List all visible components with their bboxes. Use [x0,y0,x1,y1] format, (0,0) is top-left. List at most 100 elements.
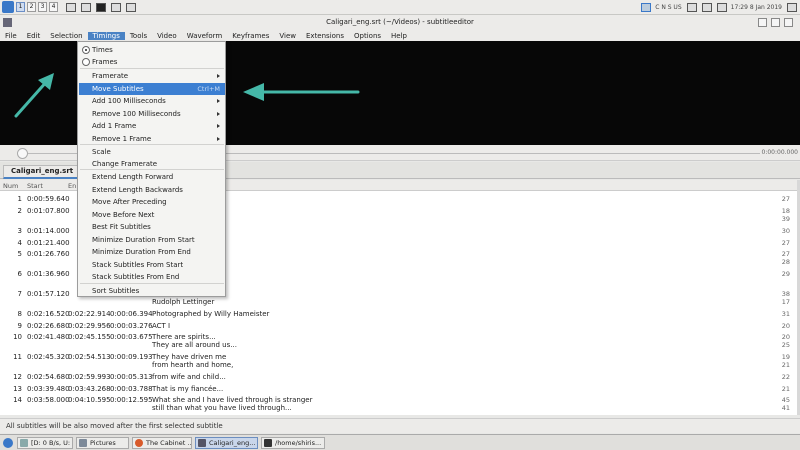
tab-document[interactable]: Caligari_eng.srt [3,165,82,179]
cell-text: That is my fiancée... [152,385,224,393]
system-panel: 1 2 3 4 C N S US 17:29 8 Jan 2019 [0,0,800,15]
seek-slider-handle[interactable] [17,148,28,159]
cell-start: 0:01:21.400 [27,239,70,247]
cell-end: 0:02:22.914 [68,310,111,318]
menu-item-times[interactable]: Times [79,44,225,56]
network-icon[interactable] [641,2,652,12]
cell-num: 9 [17,322,22,330]
cell-num: 14 [13,396,22,404]
status-text: All subtitles will be also moved after t… [6,422,223,430]
cell-cps: 18 [781,207,790,215]
cell-cps: 20 [781,322,790,330]
task-terminal[interactable]: /home/shiris... [261,437,325,449]
workspace-1[interactable]: 1 [16,2,25,12]
menu-item-extend-length-forward[interactable]: Extend Length Forward [79,171,225,183]
screenshot-icon[interactable] [66,2,76,12]
menu-options[interactable]: Options [349,32,386,40]
menu-keyframes[interactable]: Keyframes [227,32,274,40]
menu-item-label: Change Framerate [92,160,158,168]
table-row[interactable]: 14 0:03:58.000 0:04:10.595 0:00:12.595 What … [0,396,798,415]
volume-icon[interactable] [701,2,712,12]
cell-text: from hearth and home, [152,361,234,369]
menu-view[interactable]: View [274,32,301,40]
battery-icon[interactable] [716,2,727,12]
menu-item-label: Times [92,46,113,54]
cell-cps: 39 [781,215,790,223]
cell-cps: 21 [781,361,790,369]
menu-item-remove-1-frame[interactable]: Remove 1 Frame [79,133,225,145]
menu-item-framerate[interactable]: Framerate [79,70,225,82]
display-icon[interactable] [686,2,697,12]
cell-text: What she and I have lived through is str… [152,396,313,404]
editor-icon[interactable] [81,2,91,12]
cell-duration: 0:00:06.394 [110,310,153,318]
menu-item-move-subtitles[interactable]: Move Subtitles Ctrl+M [79,83,225,95]
minimize-button[interactable] [758,18,767,27]
terminal-icon[interactable] [96,2,106,12]
menu-item-change-framerate[interactable]: Change Framerate [79,158,225,170]
cell-duration: 0:00:03.675 [110,333,153,341]
workspace-2[interactable]: 2 [27,2,36,12]
workspace-4[interactable]: 4 [49,2,58,12]
radio-icon[interactable] [82,58,90,66]
menu-item-stack-subtitles-from-end[interactable]: Stack Subtitles From End [79,271,225,283]
cell-num: 13 [13,385,22,393]
maximize-button[interactable] [771,18,780,27]
menu-item-label: Minimize Duration From Start [92,236,195,244]
table-row[interactable]: 12 0:02:54.680 0:02:59.993 0:00:05.313 from … [0,373,798,385]
notes-icon[interactable] [787,2,797,12]
menu-timings[interactable]: Timings [87,31,125,40]
menubar: File Edit Selection Timings Tools Video … [0,30,800,41]
menu-item-move-after-preceding[interactable]: Move After Preceding [79,196,225,208]
column-num[interactable]: Num [3,182,18,190]
menu-tools[interactable]: Tools [125,32,152,40]
calculator-icon[interactable] [126,2,136,12]
cell-num: 12 [13,373,22,381]
menu-item-remove-100-milliseconds[interactable]: Remove 100 Milliseconds [79,108,225,120]
menu-item-add-100-milliseconds[interactable]: Add 100 Milliseconds [79,95,225,107]
task-network-monitor[interactable]: [D: 0 B/s, U: 0... [17,437,73,449]
task-pictures[interactable]: Pictures [76,437,129,449]
menu-item-sort-subtitles[interactable]: Sort Subtitles [79,285,225,297]
menu-item-move-before-next[interactable]: Move Before Next [79,209,225,221]
column-end[interactable]: En [68,182,76,190]
cell-cps: 30 [781,227,790,235]
menu-video[interactable]: Video [152,32,182,40]
network-monitor-icon [20,439,28,447]
close-button[interactable] [784,18,793,27]
menu-item-minimize-duration-from-end[interactable]: Minimize Duration From End [79,246,225,258]
menu-item-add-1-frame[interactable]: Add 1 Frame [79,120,225,132]
menu-separator [80,283,224,284]
menu-edit[interactable]: Edit [22,32,46,40]
menu-waveform[interactable]: Waveform [182,32,228,40]
menu-item-minimize-duration-from-start[interactable]: Minimize Duration From Start [79,234,225,246]
column-start[interactable]: Start [27,182,43,190]
workspace-3[interactable]: 3 [38,2,47,12]
table-row[interactable]: 11 0:02:45.320 0:02:54.513 0:00:09.193 They … [0,353,798,373]
table-row[interactable]: 10 0:02:41.480 0:02:45.155 0:00:03.675 There… [0,333,798,353]
menu-extensions[interactable]: Extensions [301,32,349,40]
radio-icon[interactable] [82,46,90,54]
menu-item-label: Frames [92,58,118,66]
menu-help[interactable]: Help [386,32,412,40]
menu-item-extend-length-backwards[interactable]: Extend Length Backwards [79,184,225,196]
cell-cps: 41 [781,404,790,412]
start-icon[interactable] [3,438,13,448]
menu-selection[interactable]: Selection [45,32,87,40]
menu-item-best-fit-subtitles[interactable]: Best Fit Subtitles [79,221,225,233]
app-menu-icon[interactable] [2,1,14,13]
menu-item-frames[interactable]: Frames [79,56,225,68]
task-browser[interactable]: The Cabinet ... [132,437,192,449]
cell-start: 0:01:36.960 [27,270,70,278]
cell-duration: 0:00:09.193 [110,353,153,361]
table-row[interactable]: 8 0:02:16.520 0:02:22.914 0:00:06.394 Photog… [0,310,798,322]
menu-file[interactable]: File [0,32,22,40]
menu-item-label: Add 1 Frame [92,122,137,130]
menu-item-label: Stack Subtitles From End [92,273,180,281]
files-icon[interactable] [111,2,121,12]
menu-item-label: Sort Subtitles [92,287,140,295]
menu-item-scale[interactable]: Scale [79,146,225,158]
menu-item-stack-subtitles-from-start[interactable]: Stack Subtitles From Start [79,259,225,271]
task-subtitleeditor[interactable]: Caligari_eng... [195,437,258,449]
cell-start: 0:03:58.000 [27,396,70,404]
